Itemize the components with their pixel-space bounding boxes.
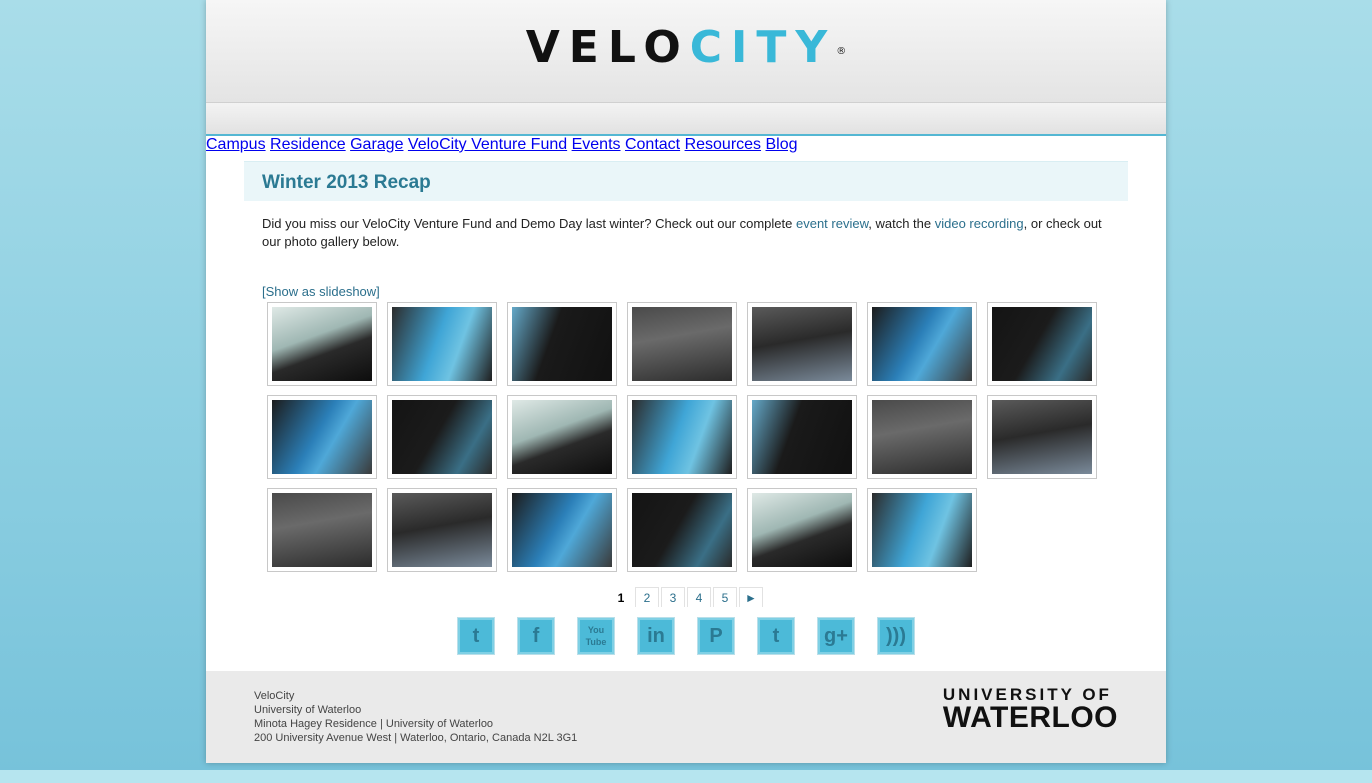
gallery-thumbnail[interactable] xyxy=(507,302,617,386)
pagination: 1 2 3 4 5 ► xyxy=(206,587,1166,608)
slideshow-link[interactable]: [Show as slideshow] xyxy=(262,284,380,299)
nav-contact[interactable]: Contact xyxy=(625,136,680,153)
tumblr-icon[interactable]: t xyxy=(757,617,795,655)
gallery-photo xyxy=(872,493,972,567)
header: VELOCITY® xyxy=(206,0,1166,102)
page-link-3[interactable]: 3 xyxy=(661,587,685,607)
gallery-photo xyxy=(752,400,852,474)
gallery-photo xyxy=(632,307,732,381)
gallery-thumbnail[interactable] xyxy=(747,302,857,386)
gallery-thumbnail[interactable] xyxy=(507,488,617,572)
gallery-photo xyxy=(872,307,972,381)
uw-logo-line2: WATERLOO xyxy=(942,701,1118,734)
gallery-photo xyxy=(512,400,612,474)
gallery-photo xyxy=(272,307,372,381)
page-title: Winter 2013 Recap xyxy=(262,172,431,193)
intro-text: Did you miss our VeloCity Venture Fund a… xyxy=(262,215,1102,251)
gallery-thumbnail[interactable] xyxy=(387,488,497,572)
pinterest-icon[interactable]: P xyxy=(697,617,735,655)
gallery-thumbnail[interactable] xyxy=(867,395,977,479)
nav-events[interactable]: Events xyxy=(572,136,621,153)
intro-pre: Did you miss our VeloCity Venture Fund a… xyxy=(262,216,796,231)
gallery-thumbnail[interactable] xyxy=(387,395,497,479)
page-next-icon[interactable]: ► xyxy=(739,587,763,607)
gallery-photo xyxy=(512,307,612,381)
intro-mid: , watch the xyxy=(868,216,935,231)
gallery-photo xyxy=(632,400,732,474)
logo-velo: VELO xyxy=(525,22,690,73)
page-container: VELOCITY® Campus Residence Garage VeloCi… xyxy=(206,0,1166,763)
footer-line: Minota Hagey Residence | University of W… xyxy=(254,718,494,730)
nav-campus[interactable]: Campus xyxy=(206,136,266,153)
gallery-photo xyxy=(752,307,852,381)
facebook-icon[interactable]: f xyxy=(517,617,555,655)
gallery-photo xyxy=(512,493,612,567)
nav-venture-fund[interactable]: VeloCity Venture Fund xyxy=(408,136,567,153)
logo-city: CITY xyxy=(689,22,837,73)
gallery-thumbnail[interactable] xyxy=(867,302,977,386)
page-current: 1 xyxy=(617,591,625,605)
gallery-photo xyxy=(992,400,1092,474)
linkedin-icon[interactable]: in xyxy=(637,617,675,655)
gallery-photo xyxy=(272,400,372,474)
gallery-thumbnail[interactable] xyxy=(627,488,737,572)
page-link-2[interactable]: 2 xyxy=(635,587,659,607)
gallery-photo xyxy=(752,493,852,567)
gallery-thumbnail[interactable] xyxy=(987,302,1097,386)
footer: VeloCity University of Waterloo Minota H… xyxy=(206,671,1166,763)
gallery-photo xyxy=(392,400,492,474)
youtube-icon[interactable]: You Tube xyxy=(577,617,615,655)
gallery-thumbnail[interactable] xyxy=(507,395,617,479)
gallery-photo xyxy=(992,307,1092,381)
social-links: t f You Tube in Pt g+))) xyxy=(206,617,1166,655)
gallery-photo xyxy=(392,493,492,567)
gallery-thumbnail[interactable] xyxy=(627,395,737,479)
page-title-bar: Winter 2013 Recap xyxy=(244,161,1128,201)
gallery-thumbnail[interactable] xyxy=(267,395,377,479)
gallery-thumbnail[interactable] xyxy=(747,395,857,479)
footer-address: VeloCity University of Waterloo Minota H… xyxy=(254,689,577,745)
gallery-thumbnail[interactable] xyxy=(387,302,497,386)
page-link-4[interactable]: 4 xyxy=(687,587,711,607)
gallery-thumbnail[interactable] xyxy=(267,302,377,386)
gallery-photo xyxy=(272,493,372,567)
main-nav xyxy=(206,102,1166,136)
nav-blog[interactable]: Blog xyxy=(766,136,798,153)
footer-line: 200 University Avenue West | Waterloo, O… xyxy=(254,732,578,744)
bottom-strip xyxy=(0,770,1372,783)
gallery-photo xyxy=(632,493,732,567)
gallery-thumbnail[interactable] xyxy=(747,488,857,572)
page-link-5[interactable]: 5 xyxy=(713,587,737,607)
nav-residence[interactable]: Residence xyxy=(270,136,346,153)
nav-garage[interactable]: Garage xyxy=(350,136,403,153)
footer-line: University of Waterloo xyxy=(254,704,362,716)
rss-icon[interactable]: ))) xyxy=(877,617,915,655)
twitter-icon[interactable]: t xyxy=(457,617,495,655)
registered-mark: ® xyxy=(836,46,847,57)
gallery-thumbnail[interactable] xyxy=(987,395,1097,479)
event-review-link[interactable]: event review xyxy=(796,216,868,231)
gallery-photo xyxy=(872,400,972,474)
nav-resources[interactable]: Resources xyxy=(685,136,761,153)
uwaterloo-logo[interactable]: UNIVERSITY OF WATERLOO xyxy=(943,686,1118,733)
gallery-thumbnail[interactable] xyxy=(627,302,737,386)
velocity-logo[interactable]: VELOCITY® xyxy=(206,24,1166,72)
footer-line: VeloCity xyxy=(254,690,295,702)
video-recording-link[interactable]: video recording xyxy=(935,216,1024,231)
gallery-photo xyxy=(392,307,492,381)
gallery-thumbnail[interactable] xyxy=(867,488,977,572)
googleplus-icon[interactable]: g+ xyxy=(817,617,855,655)
gallery-thumbnail[interactable] xyxy=(267,488,377,572)
